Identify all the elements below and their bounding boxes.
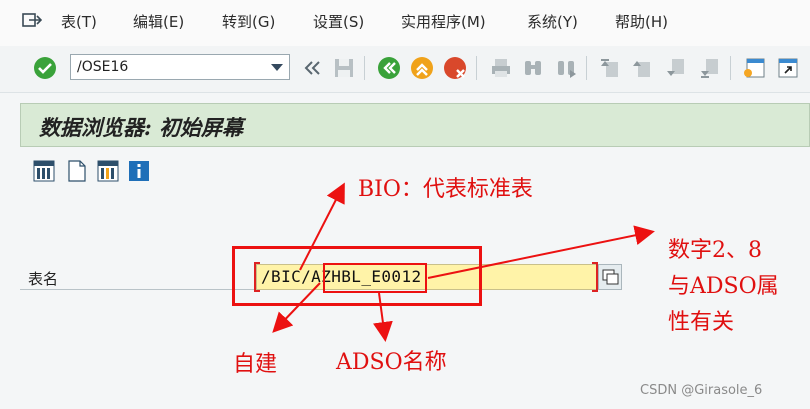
back-icon[interactable] <box>377 56 401 80</box>
annotation-adso-box <box>323 263 427 293</box>
screen-title-bar: 数据浏览器: 初始屏幕 <box>20 103 810 147</box>
annotation-bio: BIO：代表标准表 <box>358 177 533 202</box>
menu-utilities[interactable]: 实用程序(M) <box>401 11 486 32</box>
menu-system[interactable]: 系统(Y) <box>527 11 578 32</box>
annotation-digits-line2: 与ADSO属 <box>668 274 779 299</box>
toolbar-separator <box>730 56 731 80</box>
info-icon[interactable] <box>128 160 150 182</box>
page-title: 数据浏览器: 初始屏幕 <box>39 115 244 140</box>
previous-page-icon[interactable] <box>630 56 654 80</box>
annotation-digits-line3: 性有关 <box>668 310 735 335</box>
command-field[interactable]: /OSE16 <box>70 54 290 80</box>
shortcut-icon[interactable] <box>776 56 800 80</box>
save-icon[interactable] <box>332 56 356 80</box>
collapse-toolbar-icon[interactable] <box>300 56 324 80</box>
find-next-icon[interactable] <box>554 56 578 80</box>
toolbar-separator <box>586 56 587 80</box>
next-page-icon[interactable] <box>664 56 688 80</box>
value-help-button[interactable] <box>598 264 622 290</box>
number-of-entries-icon[interactable] <box>97 160 119 182</box>
toolbar-separator <box>364 56 365 80</box>
menu-table[interactable]: 表(T) <box>61 11 97 32</box>
menu-edit[interactable]: 编辑(E) <box>133 11 184 32</box>
last-page-icon[interactable] <box>698 56 722 80</box>
new-document-icon[interactable] <box>66 160 88 182</box>
toolbar-separator <box>476 56 477 80</box>
annotation-self-built: 自建 <box>233 352 278 377</box>
find-icon[interactable] <box>521 56 545 80</box>
menu-bar: 表(T) 编辑(E) 转到(G) 设置(S) 实用程序(M) 系统(Y) 帮助(… <box>0 0 810 46</box>
exit-icon[interactable] <box>410 56 434 80</box>
menu-exit-icon[interactable] <box>22 12 42 28</box>
menu-goto[interactable]: 转到(G) <box>222 11 275 32</box>
annotation-adso-name: ADSO名称 <box>336 350 447 375</box>
menu-help[interactable]: 帮助(H) <box>615 11 668 32</box>
annotation-digits-line1: 数字2、8 <box>668 238 762 263</box>
command-dropdown-icon[interactable] <box>271 64 283 71</box>
watermark: CSDN @Girasole_6 <box>640 383 763 398</box>
command-field-value[interactable]: /OSE16 <box>77 59 128 75</box>
menu-settings[interactable]: 设置(S) <box>313 11 364 32</box>
enter-check-icon[interactable] <box>33 56 57 80</box>
first-page-icon[interactable] <box>598 56 622 80</box>
field-underline <box>20 289 256 290</box>
value-help-icon <box>602 269 619 285</box>
cancel-icon[interactable] <box>443 56 467 80</box>
table-contents-icon[interactable] <box>33 160 55 182</box>
new-session-icon[interactable] <box>742 56 766 80</box>
print-icon[interactable] <box>489 56 513 80</box>
table-name-label: 表名 <box>28 270 59 288</box>
